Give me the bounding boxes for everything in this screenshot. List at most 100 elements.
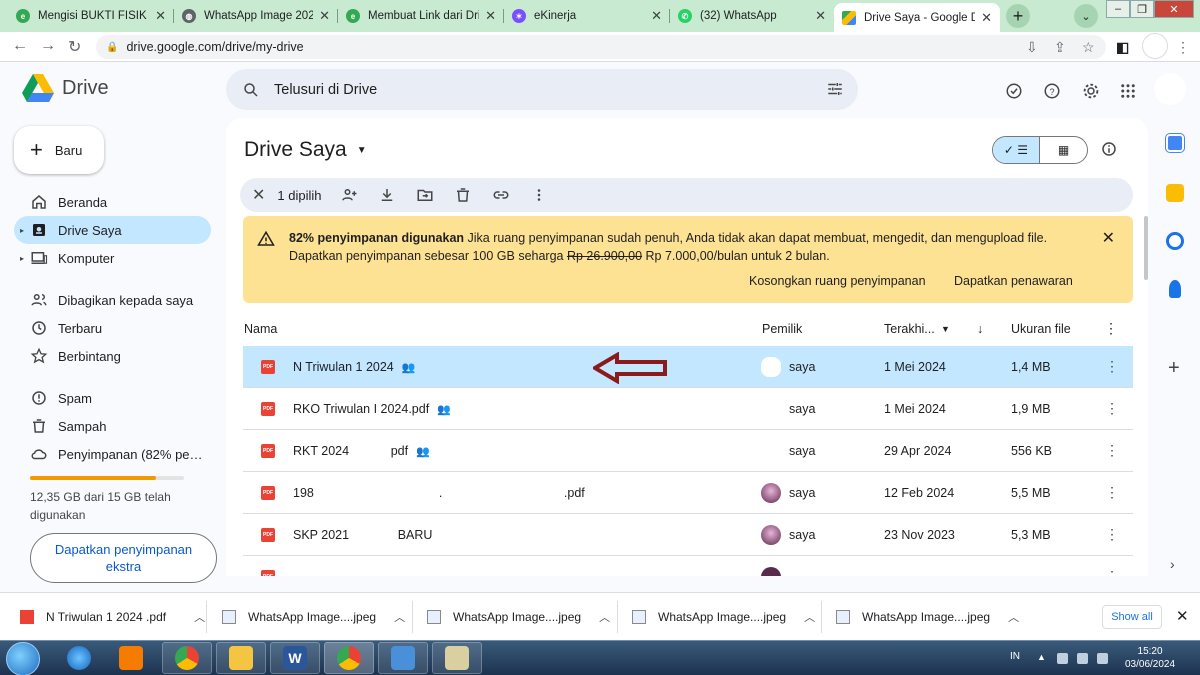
file-row[interactable]: PDF RKT 2024 pdf 👥 saya 29 Apr 2024 556 K…: [243, 430, 1133, 472]
column-owner[interactable]: Pemilik: [762, 322, 802, 336]
search-icon[interactable]: [242, 81, 260, 99]
offline-ready-icon[interactable]: [1002, 79, 1026, 103]
page-title[interactable]: Drive Saya ▼: [244, 138, 367, 162]
settings-gear-icon[interactable]: [1079, 79, 1103, 103]
sort-menu-icon[interactable]: ▼: [941, 324, 950, 334]
file-row[interactable]: PDF ⋮: [243, 556, 1133, 576]
apps-grid-icon[interactable]: [1116, 79, 1140, 103]
forward-icon[interactable]: →: [40, 37, 56, 55]
minimize-button[interactable]: –: [1106, 0, 1130, 18]
volume-icon[interactable]: [1097, 653, 1108, 664]
add-on-plus-icon[interactable]: +: [1168, 358, 1180, 378]
more-vert-icon[interactable]: ⋮: [1105, 442, 1119, 459]
share-person-icon[interactable]: [340, 186, 358, 204]
new-button[interactable]: + Baru: [14, 126, 104, 174]
view-toggle[interactable]: ✓ ☰ ▦: [992, 136, 1088, 164]
sidebar-item-my-drive[interactable]: ▸ Drive Saya: [14, 216, 211, 244]
download-icon[interactable]: [378, 186, 396, 204]
contacts-icon[interactable]: [1169, 280, 1181, 298]
scrollbar-thumb[interactable]: [1144, 216, 1148, 280]
expand-caret-icon[interactable]: ▸: [20, 254, 24, 263]
search-options-icon[interactable]: [826, 80, 844, 98]
column-modified[interactable]: Terakhi...: [884, 322, 935, 336]
keep-icon[interactable]: [1166, 184, 1184, 202]
file-row[interactable]: PDF N Triwulan 1 2024 👥 saya 1 Mei 2024 1…: [243, 346, 1133, 388]
taskbar-explorer[interactable]: [216, 642, 266, 674]
tab-5[interactable]: Drive Saya - Google Drive ✕: [834, 3, 1000, 32]
taskbar-chrome[interactable]: [162, 642, 212, 674]
download-item[interactable]: WhatsApp Image....jpeg ︿: [836, 593, 1019, 641]
url-field[interactable]: 🔒 drive.google.com/drive/my-drive: [96, 35, 1106, 59]
chevron-up-icon[interactable]: ︿: [194, 609, 205, 625]
clock[interactable]: 15:20 03/06/2024: [1125, 645, 1175, 671]
tab-2[interactable]: e Membuat Link dari Drive ✕: [338, 3, 504, 29]
install-icon[interactable]: ⇩: [1026, 39, 1038, 56]
download-item[interactable]: N Triwulan 1 2024 .pdf ︿: [20, 593, 205, 641]
download-item[interactable]: WhatsApp Image....jpeg ︿: [632, 593, 815, 641]
tab-search-button[interactable]: ⌄: [1074, 4, 1098, 28]
show-all-button[interactable]: Show all: [1102, 605, 1162, 629]
close-icon[interactable]: ✕: [981, 10, 992, 26]
get-more-storage-button[interactable]: Dapatkan penyimpanan ekstra: [30, 533, 217, 583]
info-icon[interactable]: [1100, 140, 1118, 158]
sidebar-item-computers[interactable]: ▸ Komputer: [14, 244, 211, 272]
download-item[interactable]: WhatsApp Image....jpeg ︿: [427, 593, 610, 641]
search-bar[interactable]: Telusuri di Drive: [226, 69, 858, 110]
search-input[interactable]: Telusuri di Drive: [274, 82, 377, 98]
sidebar-item-trash[interactable]: Sampah: [14, 412, 211, 440]
chevron-up-icon[interactable]: ︿: [394, 609, 405, 625]
file-row[interactable]: PDF 198 . .pdf saya 12 Feb 2024 5,5 MB ⋮: [243, 472, 1133, 514]
trash-icon[interactable]: [454, 186, 472, 204]
share-icon[interactable]: ⇪: [1054, 39, 1066, 56]
move-to-folder-icon[interactable]: [416, 186, 434, 204]
drive-logo[interactable]: Drive: [22, 74, 109, 102]
taskbar-word[interactable]: W: [270, 642, 320, 674]
tab-1[interactable]: ◍ WhatsApp Image 2024- ✕: [174, 3, 338, 29]
tasks-icon[interactable]: [1166, 232, 1184, 250]
link-icon[interactable]: [492, 186, 510, 204]
profile-avatar[interactable]: [1142, 33, 1168, 59]
close-icon[interactable]: ✕: [485, 8, 496, 24]
menu-icon[interactable]: ⋮: [1176, 39, 1190, 56]
close-icon[interactable]: ✕: [1102, 228, 1115, 248]
more-vert-icon[interactable]: ⋮: [1105, 526, 1119, 543]
file-row[interactable]: PDF RKO Triwulan I 2024.pdf 👥 saya 1 Mei …: [243, 388, 1133, 430]
tab-4[interactable]: ✆ (32) WhatsApp ✕: [670, 3, 834, 29]
account-avatar[interactable]: [1154, 73, 1186, 105]
close-icon[interactable]: ✕: [1176, 607, 1189, 625]
taskbar-chrome-active[interactable]: [324, 642, 374, 674]
taskbar-paint[interactable]: [432, 642, 482, 674]
more-vert-icon[interactable]: [530, 186, 548, 204]
network-icon[interactable]: [1077, 653, 1088, 664]
sidebar-item-storage[interactable]: Penyimpanan (82% penuh): [14, 440, 214, 468]
start-button[interactable]: [6, 642, 40, 675]
more-vert-icon[interactable]: ⋮: [1105, 358, 1119, 375]
taskbar-ie[interactable]: [54, 642, 104, 674]
expand-caret-icon[interactable]: ▸: [20, 226, 24, 235]
chevron-up-icon[interactable]: ︿: [804, 609, 815, 625]
more-vert-icon[interactable]: ⋮: [1105, 484, 1119, 501]
list-view-icon[interactable]: ✓ ☰: [993, 137, 1041, 163]
close-icon[interactable]: ✕: [319, 8, 330, 24]
sidepanel-icon[interactable]: ◧: [1116, 39, 1129, 56]
sidebar-item-home[interactable]: Beranda: [14, 188, 211, 216]
more-vert-icon[interactable]: ⋮: [1104, 320, 1118, 337]
action-center-icon[interactable]: [1057, 653, 1068, 664]
more-vert-icon[interactable]: ⋮: [1105, 400, 1119, 417]
reload-icon[interactable]: ↻: [68, 37, 81, 57]
tab-3[interactable]: ✶ eKinerja ✕: [504, 3, 670, 29]
more-vert-icon[interactable]: ⋮: [1105, 568, 1119, 576]
grid-view-icon[interactable]: ▦: [1040, 137, 1087, 163]
show-hidden-icons-icon[interactable]: ▲: [1037, 652, 1046, 662]
sidebar-item-starred[interactable]: Berbintang: [14, 342, 211, 370]
chevron-right-icon[interactable]: ›: [1170, 556, 1175, 572]
sidebar-item-shared[interactable]: Dibagikan kepada saya: [14, 286, 211, 314]
tab-0[interactable]: e Mengisi BUKTI FISIK dari ✕: [8, 3, 174, 29]
calendar-icon[interactable]: [1166, 134, 1184, 152]
clear-selection-icon[interactable]: ✕: [252, 185, 265, 205]
taskbar-photo-viewer[interactable]: [378, 642, 428, 674]
back-icon[interactable]: ←: [12, 37, 28, 55]
close-window-button[interactable]: ✕: [1154, 0, 1194, 18]
language-indicator[interactable]: IN: [1010, 651, 1020, 662]
get-offer-button[interactable]: Dapatkan penawaran: [954, 274, 1073, 288]
